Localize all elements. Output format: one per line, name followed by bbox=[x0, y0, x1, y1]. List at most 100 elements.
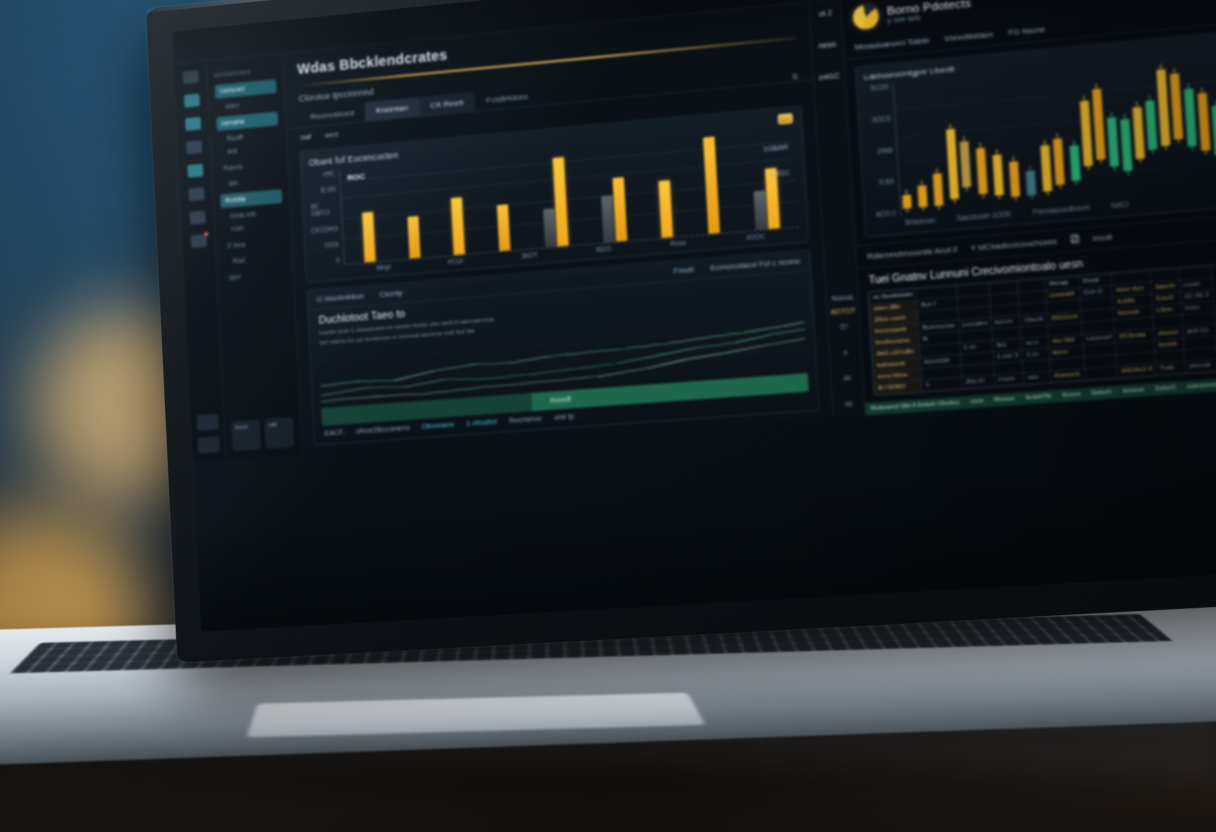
table-footer-item: bcncos bbox=[1122, 386, 1145, 395]
x-tick: JOOC bbox=[745, 232, 766, 242]
nav-card-1[interactable]: bcos bbox=[231, 419, 261, 452]
dashboard-screen: Rosserdan oeen Fcfcnceem bbox=[172, 0, 1216, 632]
strip-amber-value: ADTOT bbox=[830, 307, 856, 317]
x-tick: Mnpl bbox=[376, 263, 391, 272]
table-toolbar-0[interactable]: Rdiernncbrvoorsts Acut 0 bbox=[867, 245, 958, 262]
bar-primary bbox=[703, 135, 721, 234]
x-tick: Rcoo bbox=[670, 239, 687, 248]
table-toolbar-2[interactable]: Invoit bbox=[1092, 232, 1112, 243]
candlestick-card: Ldehoorocrntgpnr Lfcentt 3CO0 3OC0 2IN8 … bbox=[854, 31, 1216, 238]
bar-primary bbox=[497, 204, 511, 251]
y-tick-5: 0 bbox=[335, 257, 340, 266]
value-strip-top: ut 2 nesn cnt1C bbox=[815, 8, 840, 82]
bar-group bbox=[449, 159, 466, 255]
side-label-0: 1GBAR bbox=[762, 143, 789, 154]
sidebar-item-9[interactable]: rcon bbox=[222, 222, 284, 234]
sidebar-item-8[interactable]: bnds eric bbox=[221, 209, 283, 221]
cs-x-tick: Focnascoudncunt bbox=[1032, 204, 1090, 217]
table-cell: B.f 0O6O bbox=[874, 379, 923, 395]
cs-y-3: S.B9 bbox=[878, 178, 895, 188]
table-footer-item: Exccs bbox=[1062, 391, 1081, 399]
bar-chart-annotation: ROC bbox=[347, 171, 366, 182]
candlestick-plot: 3CO0 3OC0 2IN8 S.B9 4CO 0 bbox=[865, 53, 1216, 220]
nav-card-2[interactable]: rdb bbox=[264, 417, 295, 449]
line-toolbar-2[interactable]: Fmo9 bbox=[673, 264, 694, 275]
rail-icon-4[interactable] bbox=[185, 140, 202, 155]
base-shadow bbox=[0, 762, 1216, 832]
rail-icon-7[interactable] bbox=[189, 210, 206, 225]
bar-group bbox=[404, 163, 421, 259]
table-cell: cbcnnb bbox=[1184, 359, 1216, 373]
right-tab-0[interactable]: Mnosdoanorci Totetn bbox=[854, 36, 929, 52]
sidebar-item-5[interactable]: Ranm bbox=[218, 157, 280, 176]
candlestick-plot-area bbox=[892, 53, 1216, 218]
sidebar-item-2[interactable]: cenane bbox=[216, 111, 279, 131]
sidebar-item-11[interactable]: Rod bbox=[223, 254, 285, 266]
table-cell: f.tuns bbox=[994, 372, 1025, 387]
sidebar-item-12[interactable]: Sfrf bbox=[224, 267, 286, 286]
table-toolbar-1[interactable]: Y MCbadicorcouchcees bbox=[970, 237, 1057, 253]
strip-num-3: 9b bbox=[844, 400, 853, 409]
table-footer-item: Fbnom bbox=[993, 395, 1015, 404]
table-cell: bNOAc1 0 bbox=[1117, 363, 1157, 378]
sidebar-item-6[interactable]: tdn bbox=[219, 176, 281, 188]
line-toolbar-3[interactable]: Ecmcrcvtacxi Fcf c ncono bbox=[710, 256, 800, 272]
table-cell: 1 bbox=[921, 377, 963, 392]
table-cell: ncu bbox=[1023, 370, 1051, 385]
y-tick-2: 8C DBTO bbox=[310, 203, 330, 219]
rail-icon-5[interactable] bbox=[186, 163, 203, 178]
main-column: Wdas Bbcklendcrates Clorotoe tpccinnnnd … bbox=[282, 2, 833, 455]
export-icon[interactable] bbox=[777, 112, 794, 125]
strip-value-2: cnt1C bbox=[818, 70, 840, 82]
x-tick: 3bOT bbox=[520, 251, 538, 260]
dashboard-body: ucrosesnen Uetsnet ceen cenane Rcolff sn… bbox=[173, 0, 1216, 462]
sidebar-item-7[interactable]: Rctdla bbox=[219, 189, 283, 209]
bar-secondary bbox=[542, 207, 557, 247]
rail-icon-notifications[interactable] bbox=[190, 234, 207, 249]
line-toolbar-1[interactable]: Cscnty bbox=[379, 288, 402, 299]
line-foot-2[interactable]: Obnnnenv bbox=[421, 422, 454, 431]
bar-primary bbox=[451, 196, 466, 255]
y-tick-4: OOS bbox=[324, 241, 340, 250]
bar-group bbox=[494, 155, 511, 251]
sidebar-item-4[interactable]: sns bbox=[218, 144, 280, 156]
right-tab-1[interactable]: Vnrvcitbstacn bbox=[944, 29, 993, 43]
bar-group bbox=[703, 135, 721, 234]
rail-icon-2[interactable] bbox=[183, 93, 200, 108]
sidebar-item-1[interactable]: ceen bbox=[216, 99, 278, 112]
laptop-lid: Rosserdan oeen Fcfcnceem bbox=[145, 0, 1216, 663]
sidebar-item-3[interactable]: Rcolff bbox=[217, 131, 279, 144]
table-cell: Anercci1 bbox=[1050, 368, 1086, 383]
right-tab-2[interactable]: FG Nscne bbox=[1008, 25, 1045, 38]
tab-bar-right: S bbox=[791, 71, 798, 81]
bar-primary bbox=[612, 176, 628, 242]
bar-group bbox=[598, 144, 628, 243]
cs-x-tick: Snsoroon bbox=[904, 217, 936, 228]
right-pane: Borno Pdotects p rore sets Mnosdoanorci … bbox=[840, 0, 1216, 416]
rail-chip-1[interactable] bbox=[196, 413, 219, 431]
bar-group bbox=[360, 167, 376, 262]
brand-logo-icon bbox=[852, 3, 880, 31]
line-chart-card: O Monbnbtion Cscnty Fmo9 Ecmcrcvtacxi Fc… bbox=[306, 248, 820, 446]
sidebar-item-10[interactable]: 2 bea bbox=[222, 234, 284, 253]
bar-primary bbox=[361, 211, 376, 262]
strip-num-0: 5? bbox=[840, 323, 849, 332]
y-tick-3: CKCDRS bbox=[310, 225, 339, 235]
nav-group-label: ucrosesnen bbox=[213, 68, 251, 80]
bar-group bbox=[657, 140, 674, 238]
rail-icon-6[interactable] bbox=[187, 187, 205, 202]
line-foot-3[interactable]: 1 ofcuztol bbox=[466, 419, 497, 428]
bar-group bbox=[540, 150, 569, 247]
cs-y-0: 3CO0 bbox=[869, 83, 889, 93]
rail-icon-3[interactable] bbox=[184, 116, 201, 131]
table-cell: T.uic bbox=[1155, 361, 1186, 375]
line-toolbar-0[interactable]: O Monbnbtion bbox=[317, 291, 364, 304]
segment-key: nof bbox=[300, 131, 312, 142]
table-footer-item: cobncnnzcbc bbox=[1186, 381, 1216, 391]
copy-icon[interactable] bbox=[1070, 234, 1080, 246]
rail-chip-2[interactable] bbox=[197, 436, 220, 454]
strip-num-2: 4b bbox=[843, 375, 852, 383]
rail-icon-1[interactable] bbox=[182, 70, 199, 85]
x-tick: RDO bbox=[595, 245, 612, 254]
sidebar-item-0[interactable]: Uetsnet bbox=[214, 79, 277, 99]
